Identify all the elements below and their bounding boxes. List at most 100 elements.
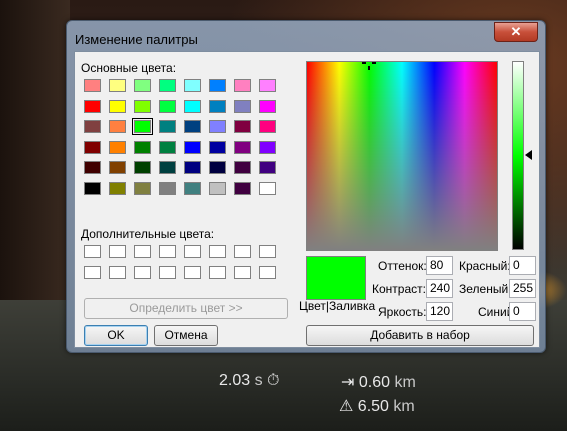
basic-color-swatch[interactable] — [109, 161, 126, 174]
close-button[interactable]: ✕ — [494, 22, 538, 42]
basic-color-swatch[interactable] — [234, 140, 251, 154]
saturation-label: Контраст: — [372, 282, 426, 296]
define-custom-colors-button[interactable]: Определить цвет >> — [84, 298, 288, 319]
basic-color-swatch[interactable] — [234, 120, 251, 133]
distance-value: 0.60 — [358, 374, 390, 391]
warning-value: 6.50 — [357, 398, 389, 415]
dialog-body: Основные цвета: Дополнительные цвета: Оп… — [74, 51, 540, 348]
ok-button[interactable]: OK — [84, 325, 148, 346]
basic-color-swatch[interactable] — [84, 140, 101, 154]
basic-color-swatch[interactable] — [109, 181, 126, 195]
spectrum-crosshair-icon — [362, 60, 376, 74]
basic-color-swatch[interactable] — [209, 99, 226, 113]
custom-color-swatch[interactable] — [234, 265, 251, 279]
warning-icon: ⚠ — [339, 398, 354, 415]
green-label: Зеленый: — [459, 282, 512, 296]
custom-color-swatch[interactable] — [259, 265, 276, 279]
custom-color-swatch[interactable] — [109, 245, 126, 258]
basic-color-swatch[interactable] — [159, 120, 176, 133]
basic-color-swatch[interactable] — [184, 181, 201, 195]
basic-color-swatch[interactable] — [259, 181, 276, 195]
custom-color-swatch[interactable] — [209, 245, 226, 258]
basic-color-swatch[interactable] — [134, 181, 151, 195]
hue-field[interactable]: 80 — [426, 256, 453, 275]
custom-color-swatch[interactable] — [184, 265, 201, 279]
color-preview — [306, 256, 366, 300]
basic-color-swatch[interactable] — [159, 140, 176, 154]
warning-unit: km — [393, 398, 415, 415]
close-icon: ✕ — [510, 24, 522, 39]
luminance-slider[interactable] — [512, 61, 524, 250]
basic-color-swatch[interactable] — [234, 161, 251, 174]
background-cliff — [0, 0, 70, 300]
basic-color-swatch[interactable] — [159, 79, 176, 92]
basic-color-swatch[interactable] — [159, 161, 176, 174]
add-to-custom-colors-button[interactable]: Добавить в набор — [306, 325, 534, 346]
custom-color-swatch[interactable] — [159, 265, 176, 279]
basic-color-swatch[interactable] — [184, 79, 201, 92]
custom-color-swatch[interactable] — [209, 265, 226, 279]
basic-color-swatch[interactable] — [259, 140, 276, 154]
custom-color-swatch[interactable] — [84, 245, 101, 258]
hud-warning-distance: ⚠ 6.50 km — [339, 396, 415, 416]
title-bar[interactable]: Изменение палитры ✕ — [67, 21, 545, 55]
basic-color-swatch[interactable] — [234, 181, 251, 195]
basic-colors-label: Основные цвета: — [81, 61, 177, 75]
basic-color-swatch[interactable] — [159, 99, 176, 113]
basic-color-swatch[interactable] — [234, 99, 251, 113]
custom-color-swatch[interactable] — [109, 265, 126, 279]
basic-color-swatch[interactable] — [184, 99, 201, 113]
basic-color-swatch[interactable] — [134, 140, 151, 154]
basic-color-swatch[interactable] — [84, 120, 101, 133]
basic-color-swatch[interactable] — [184, 161, 201, 174]
luminance-arrow-icon[interactable] — [525, 149, 532, 160]
custom-color-swatch[interactable] — [184, 245, 201, 258]
basic-color-swatch[interactable] — [209, 181, 226, 195]
basic-color-swatch[interactable] — [209, 79, 226, 92]
basic-color-swatch[interactable] — [84, 181, 101, 195]
basic-color-swatch[interactable] — [259, 79, 276, 92]
basic-color-swatch[interactable] — [184, 140, 201, 154]
basic-color-swatch[interactable] — [109, 99, 126, 113]
custom-color-swatch[interactable] — [159, 245, 176, 258]
custom-color-swatch[interactable] — [84, 265, 101, 279]
basic-color-swatch[interactable] — [184, 120, 201, 133]
color-spectrum[interactable] — [306, 61, 498, 251]
basic-color-swatch[interactable] — [132, 118, 153, 135]
basic-color-swatch[interactable] — [234, 79, 251, 92]
luminance-field[interactable]: 120 — [426, 302, 453, 321]
basic-color-swatch[interactable] — [84, 99, 101, 113]
basic-color-swatch[interactable] — [134, 161, 151, 174]
basic-color-swatch[interactable] — [159, 181, 176, 195]
color-solid-label: Цвет|Заливка — [299, 299, 376, 313]
luminance-label: Яркость: — [378, 305, 427, 319]
basic-color-swatch[interactable] — [109, 79, 126, 92]
distance-unit: km — [394, 374, 416, 391]
custom-color-swatch[interactable] — [234, 245, 251, 258]
distance-arrow-icon: ⇥ — [341, 374, 355, 391]
basic-color-swatch[interactable] — [134, 79, 151, 92]
basic-color-swatch[interactable] — [209, 140, 226, 154]
blue-field[interactable]: 0 — [509, 302, 536, 321]
basic-color-swatch[interactable] — [109, 120, 126, 133]
green-field[interactable]: 255 — [509, 279, 536, 298]
hud-timer: 2.03 s ⏱ — [219, 372, 280, 390]
red-field[interactable]: 0 — [509, 256, 536, 275]
basic-color-swatch[interactable] — [209, 161, 226, 174]
basic-color-swatch[interactable] — [259, 161, 276, 174]
basic-color-swatch[interactable] — [84, 79, 101, 92]
cancel-button[interactable]: Отмена — [154, 325, 218, 346]
custom-color-swatch[interactable] — [134, 265, 151, 279]
basic-color-swatch[interactable] — [84, 161, 101, 174]
hud-distance: ⇥ 0.60 km — [341, 372, 416, 392]
custom-color-swatch[interactable] — [259, 245, 276, 258]
dialog-title: Изменение палитры — [75, 32, 198, 47]
basic-color-swatch[interactable] — [259, 120, 276, 133]
timer-unit: s — [254, 372, 263, 389]
basic-color-swatch[interactable] — [209, 120, 226, 133]
saturation-field[interactable]: 240 — [426, 279, 453, 298]
basic-color-swatch[interactable] — [109, 140, 126, 154]
custom-color-swatch[interactable] — [134, 245, 151, 258]
basic-color-swatch[interactable] — [259, 99, 276, 113]
basic-color-swatch[interactable] — [134, 99, 151, 113]
